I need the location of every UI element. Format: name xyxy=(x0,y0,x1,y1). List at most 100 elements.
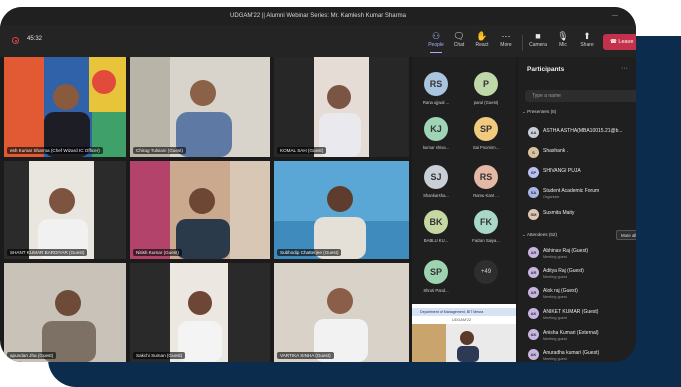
more-participants-button[interactable]: +49 xyxy=(474,260,498,284)
avatar: AK xyxy=(528,349,539,360)
avatar: AR xyxy=(528,267,539,278)
participant-role: Meeting guest xyxy=(543,337,567,341)
participant-name: Nitish Kumar (Guest) xyxy=(133,249,182,256)
camera-icon: ■ xyxy=(535,31,541,41)
participant-name: Aditya Raj (Guest) xyxy=(543,268,584,274)
avatar: SA xyxy=(528,187,539,198)
share-button[interactable]: ⬆ Share xyxy=(573,30,601,48)
panel-more-icon[interactable]: ··· xyxy=(621,65,628,72)
leave-button[interactable]: ☎ Leave xyxy=(603,34,636,50)
participant-name: Susmita Maity xyxy=(543,210,575,216)
avatar: SM xyxy=(528,209,539,220)
window-titlebar: UDGAM'22 || Alumni Webinar Series: Mr. K… xyxy=(0,7,636,25)
camera-button[interactable]: ■ Camera xyxy=(524,30,552,48)
minimize-button[interactable]: — xyxy=(612,7,618,25)
toolbar-divider xyxy=(522,35,523,51)
participant-role: Meeting guest xyxy=(543,316,567,320)
video-tile[interactable]: SHANT KUMAR BARDIYAR (Guest) xyxy=(4,161,126,259)
video-feed-art xyxy=(274,57,409,157)
more-icon: ⋯ xyxy=(501,31,511,41)
participant-name: ASTHA ASTHA(MBA10015.21@b... xyxy=(543,128,623,134)
avatar: AK xyxy=(528,308,539,319)
participant-role: Meeting guest xyxy=(543,295,567,299)
more-button[interactable]: ⋯ More xyxy=(492,30,520,48)
avatar-name: BABLU KU... xyxy=(423,238,449,243)
video-feed-art xyxy=(4,161,126,259)
avatar[interactable]: BK xyxy=(424,210,448,234)
participant-role: Meeting guest xyxy=(543,357,567,361)
video-feed-art xyxy=(130,57,270,157)
avatar-name: Rana ujjwal ... xyxy=(422,100,450,105)
video-tile[interactable]: Subhodip Chatterjee (Guest) xyxy=(274,161,409,259)
avatar[interactable]: SP xyxy=(474,117,498,141)
video-tile[interactable]: esh Kumar Sharma (Chef Wizard IC Officer… xyxy=(4,57,126,157)
meeting-timer: 45:32 xyxy=(27,36,43,42)
avatar[interactable]: P xyxy=(474,72,498,96)
participant-name: Chirag Tulsiani (Guest) xyxy=(133,147,186,154)
attendees-label: Attendees (62) xyxy=(526,232,558,237)
video-tile[interactable]: apundan Jha (Guest) xyxy=(4,263,126,362)
participant-role: Organizer xyxy=(543,195,560,199)
video-tile[interactable]: VARTIKA SINHA (Guest) xyxy=(274,263,409,362)
window-title: UDGAM'22 || Alumni Webinar Series: Mr. K… xyxy=(230,13,406,19)
avatar[interactable]: SJ xyxy=(424,165,448,189)
participant-name: Anisha Kumari (External) xyxy=(543,330,599,336)
video-gallery: esh Kumar Sharma (Chef Wizard IC Officer… xyxy=(4,57,409,362)
video-feed-art xyxy=(130,161,270,259)
presenters-section-header[interactable]: ⌄ Presenters (5) xyxy=(522,109,556,115)
participant-name: ANIKET KUMAR (Guest) xyxy=(543,309,599,315)
participant-name: Subhodip Chatterjee (Guest) xyxy=(277,249,342,256)
attendees-section-header[interactable]: ⌄ Attendees (62) xyxy=(522,232,557,238)
avatar[interactable]: SP xyxy=(424,260,448,284)
avatar-name: Shruti Pand... xyxy=(423,288,449,293)
avatar-name: Ramu Kant ... xyxy=(473,193,499,198)
avatar-name: Shankarsha... xyxy=(423,193,449,198)
avatar-name: Faizan Saiya... xyxy=(472,238,500,243)
more-label: More xyxy=(500,42,512,48)
avatar: AK xyxy=(528,329,539,340)
participant-name: Alok raj (Guest) xyxy=(543,288,578,294)
video-feed-art xyxy=(4,57,126,157)
avatar[interactable]: RS xyxy=(474,165,498,189)
participant-name: SHANT KUMAR BARDIYAR (Guest) xyxy=(7,249,88,256)
participant-avatar-grid: RS Rana ujjwal ... P parul (Guest) KJ ku… xyxy=(412,57,516,362)
avatar: AA xyxy=(528,127,539,138)
video-tile[interactable]: KOMAL SAH (Guest) xyxy=(274,57,409,157)
avatar[interactable]: FK xyxy=(474,210,498,234)
mute-all-button[interactable]: Mute all xyxy=(616,230,636,240)
avatar: AR xyxy=(528,287,539,298)
participant-name: SHIVANGI PUJA xyxy=(543,168,581,174)
participant-role: Meeting guest xyxy=(543,275,567,279)
shared-screen-thumbnail[interactable]: Department of Management, BIT Mesra UDGA… xyxy=(412,304,516,362)
mic-label: Mic xyxy=(559,42,567,48)
people-label: People xyxy=(428,42,444,48)
participant-role: Meeting guest xyxy=(543,255,567,259)
avatar[interactable]: RS xyxy=(424,72,448,96)
avatar: AR xyxy=(528,247,539,258)
video-feed-art xyxy=(274,263,409,362)
presenters-label: Presenters (5) xyxy=(527,109,557,114)
avatar-name: parul (Guest) xyxy=(473,100,499,105)
video-feed-art xyxy=(274,161,409,259)
shared-screen-video xyxy=(412,324,516,362)
participant-name: Abhinav Raj (Guest) xyxy=(543,248,589,254)
avatar[interactable]: KJ xyxy=(424,117,448,141)
leave-label: Leave xyxy=(618,39,634,45)
participant-name: apundan Jha (Guest) xyxy=(7,352,57,359)
video-tile[interactable]: Chirag Tulsiani (Guest) xyxy=(130,57,270,157)
participant-search-input[interactable]: Type a name xyxy=(525,90,636,102)
participant-name: VARTIKA SINHA (Guest) xyxy=(277,352,334,359)
panel-title: Participants xyxy=(527,66,565,73)
participant-name: esh Kumar Sharma (Chef Wizard IC Officer… xyxy=(7,147,103,154)
camera-label: Camera xyxy=(529,42,547,48)
shared-screen-title: Department of Management, BIT Mesra xyxy=(412,308,516,316)
chat-label: Chat xyxy=(453,42,465,48)
share-label: Share xyxy=(580,42,594,48)
shared-screen-subtitle: UDGAM'22 xyxy=(452,318,472,322)
react-label: React xyxy=(475,42,489,48)
teams-meeting-window: UDGAM'22 || Alumni Webinar Series: Mr. K… xyxy=(0,7,636,362)
video-tile[interactable]: Sakchi Suman (Guest) xyxy=(130,263,270,362)
participant-name: Student Academic Forum xyxy=(543,188,600,194)
meeting-toolbar: 45:32 ⚇ People 🗨 Chat ✋ React ⋯ More ■ C… xyxy=(0,25,636,57)
video-tile[interactable]: Nitish Kumar (Guest) xyxy=(130,161,270,259)
